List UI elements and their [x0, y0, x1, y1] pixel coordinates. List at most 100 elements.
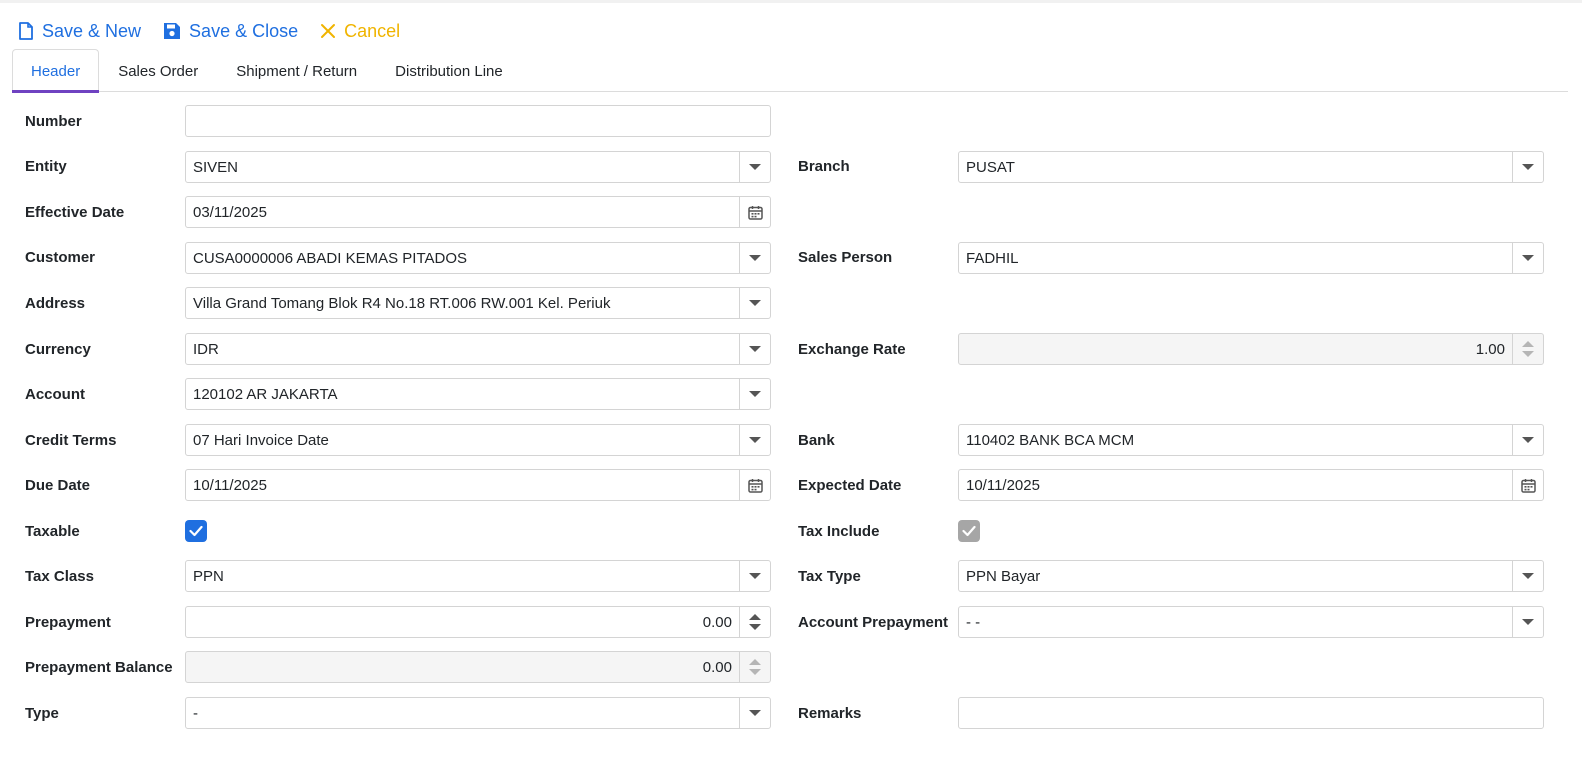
tax-class-value: PPN: [193, 567, 224, 585]
expected-date-value: 10/11/2025: [966, 476, 1040, 494]
cancel-button[interactable]: Cancel: [320, 21, 400, 42]
tab-shipment-return[interactable]: Shipment / Return: [217, 49, 376, 92]
taxable-checkbox[interactable]: [185, 520, 207, 542]
chevron-down-icon: [749, 573, 761, 579]
account-dropdown-button[interactable]: [739, 379, 770, 409]
due-date-value: 10/11/2025: [193, 476, 267, 494]
bank-select[interactable]: 110402 BANK BCA MCM: [958, 424, 1544, 456]
entity-label: Entity: [25, 158, 67, 175]
checkmark-icon: [962, 525, 976, 537]
address-value: Villa Grand Tomang Blok R4 No.18 RT.006 …: [193, 294, 611, 312]
exchange-rate-stepper[interactable]: [1512, 334, 1543, 364]
type-select[interactable]: -: [185, 697, 771, 729]
entity-dropdown-button[interactable]: [739, 152, 770, 182]
chevron-down-icon: [749, 624, 761, 630]
chevron-down-icon: [749, 669, 761, 675]
due-date-input[interactable]: 10/11/2025: [185, 469, 771, 501]
due-date-picker-button[interactable]: [739, 470, 770, 500]
tax-type-select[interactable]: PPN Bayar: [958, 560, 1544, 592]
sales-person-dropdown-button[interactable]: [1512, 243, 1543, 273]
branch-select[interactable]: PUSAT: [958, 151, 1544, 183]
due-date-label: Due Date: [25, 477, 91, 494]
prepayment-balance-label: Prepayment Balance: [25, 659, 173, 676]
tab-header[interactable]: Header: [12, 49, 100, 93]
address-label: Address: [25, 295, 86, 312]
chevron-down-icon: [1522, 437, 1534, 443]
credit-terms-label: Credit Terms: [25, 432, 117, 449]
close-icon: [321, 24, 336, 38]
type-dropdown-button[interactable]: [739, 698, 770, 728]
account-prepayment-value: - -: [966, 613, 981, 631]
chevron-up-icon: [1522, 341, 1534, 347]
chevron-down-icon: [1522, 619, 1534, 625]
tab-distribution-line[interactable]: Distribution Line: [376, 49, 522, 92]
tax-class-label: Tax Class: [25, 568, 94, 585]
prepayment-input[interactable]: 0.00: [185, 606, 771, 638]
chevron-down-icon: [1522, 351, 1534, 357]
sales-person-select[interactable]: FADHIL: [958, 242, 1544, 274]
calendar-icon: [1520, 478, 1536, 493]
currency-value: IDR: [193, 340, 219, 358]
branch-dropdown-button[interactable]: [1512, 152, 1543, 182]
number-input[interactable]: [185, 105, 771, 137]
chevron-down-icon: [1522, 255, 1534, 261]
currency-select[interactable]: IDR: [185, 333, 771, 365]
prepayment-balance-input[interactable]: 0.00: [185, 651, 771, 683]
top-border: [0, 0, 1582, 3]
expected-date-picker-button[interactable]: [1512, 470, 1543, 500]
address-select[interactable]: Villa Grand Tomang Blok R4 No.18 RT.006 …: [185, 287, 771, 319]
account-prepayment-select[interactable]: - -: [958, 606, 1544, 638]
exchange-rate-label: Exchange Rate: [798, 341, 906, 358]
chevron-down-icon: [749, 391, 761, 397]
currency-label: Currency: [25, 341, 91, 358]
prepayment-stepper[interactable]: [739, 607, 770, 637]
toolbar: Save & New Save & Close Cancel: [18, 16, 422, 46]
save-close-button[interactable]: Save & Close: [163, 21, 298, 42]
effective-date-label: Effective Date: [25, 204, 125, 221]
effective-date-picker-button[interactable]: [739, 197, 770, 227]
customer-value: CUSA0000006 ABADI KEMAS PITADOS: [193, 249, 468, 267]
remarks-input[interactable]: [958, 697, 1544, 729]
chevron-down-icon: [1522, 573, 1534, 579]
customer-dropdown-button[interactable]: [739, 243, 770, 273]
bank-dropdown-button[interactable]: [1512, 425, 1543, 455]
exchange-rate-input[interactable]: 1.00: [958, 333, 1544, 365]
credit-terms-dropdown-button[interactable]: [739, 425, 770, 455]
chevron-down-icon: [1522, 164, 1534, 170]
tax-class-select[interactable]: PPN: [185, 560, 771, 592]
chevron-down-icon: [749, 710, 761, 716]
account-prepayment-dropdown-button[interactable]: [1512, 607, 1543, 637]
tax-type-label: Tax Type: [798, 568, 861, 585]
chevron-up-icon: [749, 659, 761, 665]
credit-terms-select[interactable]: 07 Hari Invoice Date: [185, 424, 771, 456]
tax-class-dropdown-button[interactable]: [739, 561, 770, 591]
customer-select[interactable]: CUSA0000006 ABADI KEMAS PITADOS: [185, 242, 771, 274]
save-new-button[interactable]: Save & New: [18, 21, 141, 42]
chevron-down-icon: [749, 437, 761, 443]
entity-select[interactable]: SIVEN: [185, 151, 771, 183]
customer-label: Customer: [25, 249, 96, 266]
prepayment-value: 0.00: [702, 613, 732, 631]
tax-type-dropdown-button[interactable]: [1512, 561, 1543, 591]
calendar-icon: [747, 478, 763, 493]
sales-person-value: FADHIL: [966, 249, 1019, 267]
new-document-icon: [19, 22, 33, 40]
tax-include-checkbox[interactable]: [958, 520, 980, 542]
effective-date-input[interactable]: 03/11/2025: [185, 196, 771, 228]
currency-dropdown-button[interactable]: [739, 334, 770, 364]
prepayment-balance-stepper[interactable]: [739, 652, 770, 682]
sales-person-label: Sales Person: [798, 249, 893, 266]
number-label: Number: [25, 113, 82, 130]
account-prepayment-label: Account Prepayment: [798, 614, 949, 631]
tab-sales-order[interactable]: Sales Order: [99, 49, 217, 92]
tax-type-value: PPN Bayar: [966, 567, 1041, 585]
account-label: Account: [25, 386, 85, 403]
expected-date-input[interactable]: 10/11/2025: [958, 469, 1544, 501]
tab-bar: Header Sales Order Shipment / Return Dis…: [12, 49, 1568, 93]
cancel-label: Cancel: [344, 20, 401, 41]
account-select[interactable]: 120102 AR JAKARTA: [185, 378, 771, 410]
effective-date-value: 03/11/2025: [193, 203, 267, 221]
remarks-label: Remarks: [798, 705, 862, 722]
type-value: -: [193, 704, 198, 722]
address-dropdown-button[interactable]: [739, 288, 770, 318]
